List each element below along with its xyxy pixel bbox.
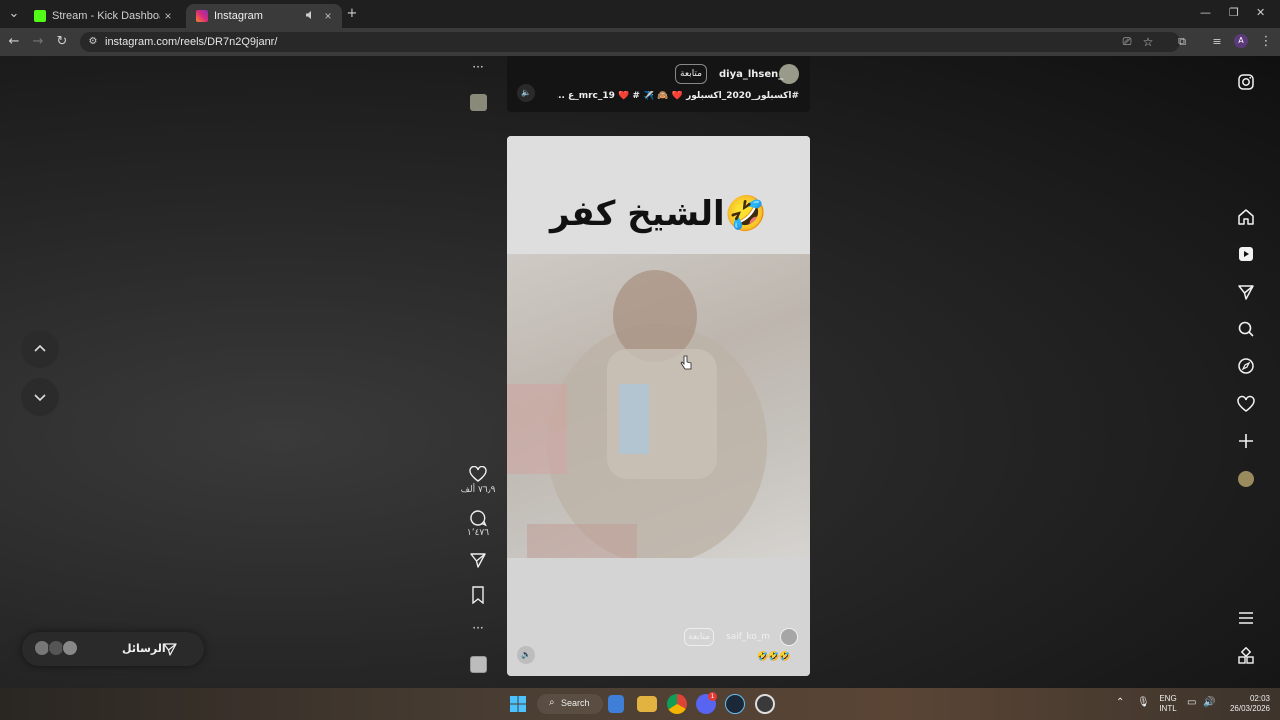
- caption: 🤣🤣🤣: [757, 652, 791, 662]
- tab-close-button[interactable]: ×: [160, 9, 176, 23]
- new-tab-button[interactable]: +: [344, 6, 360, 22]
- tab-close-button[interactable]: ×: [320, 9, 336, 23]
- chrome-icon[interactable]: [667, 694, 687, 714]
- more-options-icon[interactable]: ···: [470, 621, 486, 635]
- create-icon[interactable]: [1237, 432, 1255, 450]
- tab-search-icon[interactable]: ⌄: [6, 6, 22, 22]
- taskbar-search[interactable]: ⌕ Search: [537, 694, 603, 714]
- username[interactable]: diya_lhsen_: [719, 69, 783, 80]
- instagram-tab-icon: [196, 10, 208, 22]
- language-code: ENG: [1159, 694, 1177, 703]
- audio-thumbnail[interactable]: [470, 94, 487, 111]
- bookmark-star-icon[interactable]: ☆: [1140, 34, 1156, 50]
- bookmark-icon[interactable]: [470, 586, 486, 608]
- network-icon[interactable]: ▭: [1187, 698, 1196, 708]
- more-apps-icon[interactable]: [1237, 646, 1255, 665]
- tab-label: Instagram: [214, 10, 263, 22]
- follow-button[interactable]: متابعة: [675, 64, 707, 84]
- microphone-icon[interactable]: 🎙: [1137, 698, 1150, 708]
- keyboard-layout: INTL: [1159, 704, 1177, 713]
- speaker-icon[interactable]: [302, 9, 318, 23]
- steam-icon[interactable]: [725, 694, 745, 714]
- menu-icon[interactable]: [1237, 609, 1255, 627]
- search-icon[interactable]: [1237, 320, 1255, 338]
- avatar: [62, 640, 78, 656]
- tab-kick-dashboard[interactable]: Stream - Kick Dashboard ×: [24, 4, 182, 28]
- video-overlay-title: الشيخ كفر🤣: [550, 194, 767, 234]
- avatar[interactable]: [780, 628, 798, 646]
- video-frame: [507, 254, 810, 564]
- forward-button[interactable]: →: [30, 34, 46, 50]
- heart-icon[interactable]: [1237, 395, 1255, 413]
- audio-thumbnail[interactable]: [470, 656, 487, 673]
- extensions-icon[interactable]: ⧉: [1174, 34, 1190, 50]
- tab-instagram[interactable]: Instagram ×: [186, 4, 342, 28]
- messages-bar[interactable]: الرسائل: [22, 632, 204, 666]
- notepad-icon[interactable]: [608, 695, 624, 713]
- send-icon[interactable]: [1237, 283, 1255, 301]
- reels-icon[interactable]: [1237, 245, 1255, 263]
- send-icon: [162, 641, 178, 661]
- chevron-down-icon[interactable]: [21, 378, 59, 416]
- explore-icon[interactable]: [1237, 357, 1255, 375]
- username[interactable]: saif_ko_m: [726, 632, 770, 642]
- language-indicator[interactable]: ENG INTL: [1155, 694, 1181, 714]
- home-icon[interactable]: [1237, 208, 1255, 226]
- minimize-button[interactable]: —: [1200, 6, 1211, 19]
- tab-label: Stream - Kick Dashboard: [52, 10, 160, 22]
- clock[interactable]: 02:03 26/03/2026: [1222, 694, 1270, 714]
- comment-count: ١٬٤٧٦: [466, 528, 490, 538]
- volume-icon[interactable]: 🔊: [1203, 698, 1215, 708]
- windows-start-icon[interactable]: [508, 694, 528, 714]
- speaker-icon[interactable]: 🔈: [517, 84, 535, 102]
- tray-chevron-icon[interactable]: ⌃: [1116, 698, 1124, 708]
- notification-badge: 1: [708, 692, 717, 701]
- heart-icon[interactable]: [469, 465, 487, 486]
- app-icon[interactable]: [755, 694, 775, 714]
- search-label: Search: [561, 698, 590, 708]
- window-close-button[interactable]: ✕: [1256, 6, 1265, 19]
- messages-label: الرسائل: [122, 642, 166, 655]
- restore-button[interactable]: ❐: [1229, 6, 1239, 19]
- install-app-icon[interactable]: ⎚: [1119, 34, 1135, 50]
- kick-icon: [34, 10, 46, 22]
- previous-reel-card[interactable]: diya_lhsen_ متابعة #اكسبلور_2020_اكسبلور…: [507, 56, 810, 112]
- site-info-icon[interactable]: ⚙: [85, 34, 101, 50]
- caption: #اكسبلور_2020_اكسبلور ❤️ 🙈 ✈️ # ❤️ mrc_1…: [557, 91, 799, 101]
- time: 02:03: [1249, 694, 1270, 703]
- instagram-icon[interactable]: [1237, 73, 1255, 91]
- chevron-up-icon[interactable]: [21, 330, 59, 368]
- hand-cursor-icon: [679, 355, 693, 375]
- more-options-icon[interactable]: ···: [470, 60, 486, 74]
- avatar[interactable]: [1237, 470, 1255, 488]
- reload-button[interactable]: ↻: [54, 34, 70, 50]
- search-icon: ⌕: [549, 697, 555, 708]
- media-control-icon[interactable]: ≡: [1209, 34, 1225, 50]
- date: 26/03/2026: [1229, 704, 1270, 713]
- menu-icon[interactable]: ⋮: [1258, 34, 1274, 50]
- back-button[interactable]: ←: [6, 34, 22, 50]
- send-icon[interactable]: [469, 551, 487, 573]
- reel-video[interactable]: الشيخ كفر🤣 saif_ko_m متابعة 🤣🤣🤣 🔈: [507, 136, 810, 676]
- follow-button[interactable]: متابعة: [684, 628, 714, 646]
- like-count: ٧٦٫٩ ألف: [460, 485, 496, 495]
- reels-page: الرسائل ··· diya_lhsen_ متابعة #اكسبلور_…: [0, 56, 1280, 688]
- file-explorer-icon[interactable]: [637, 696, 657, 712]
- browser-tab-bar: ⌄ Stream - Kick Dashboard × Instagram × …: [0, 0, 1280, 28]
- profile-avatar[interactable]: A: [1234, 34, 1248, 48]
- url-text[interactable]: instagram.com/reels/DR7n2Q9janr/: [105, 36, 277, 48]
- speaker-icon[interactable]: 🔈: [517, 646, 535, 664]
